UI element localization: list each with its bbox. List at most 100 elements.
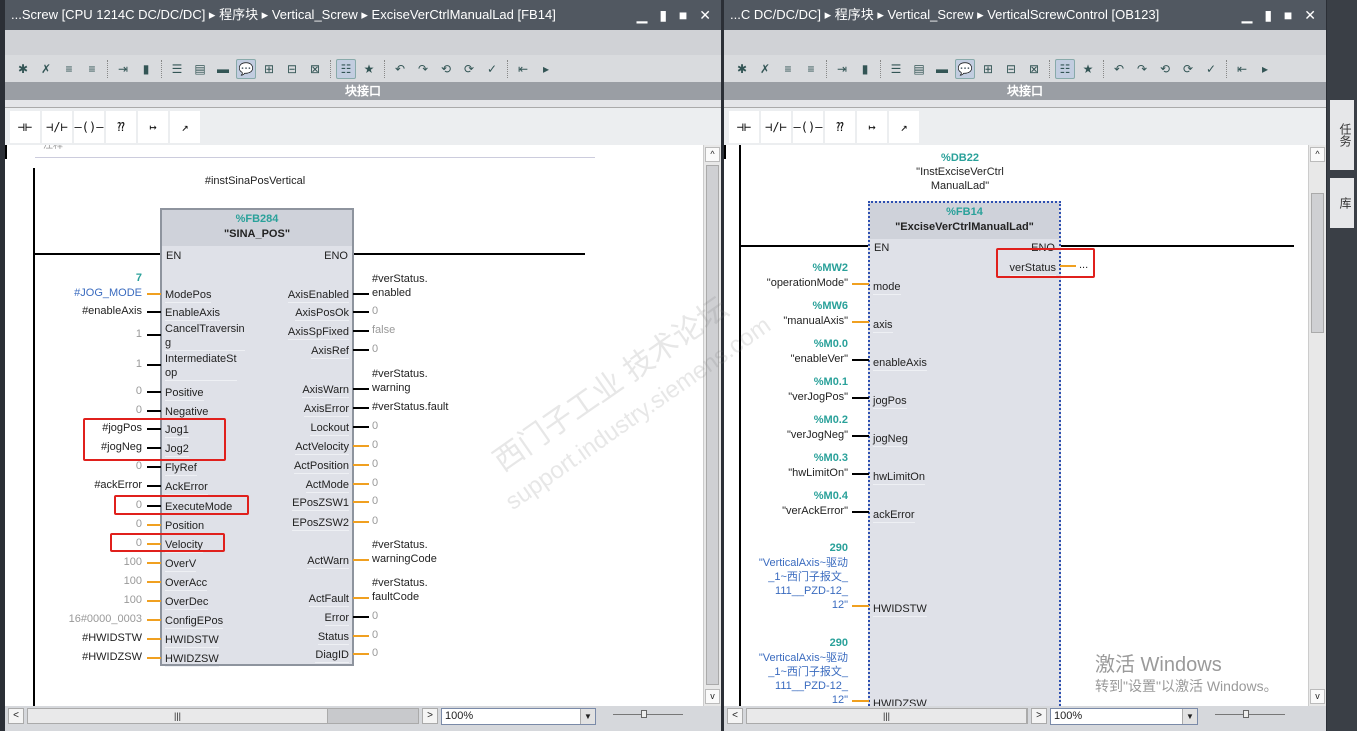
input-value[interactable]: 100 <box>20 555 142 569</box>
input-value[interactable]: 1 <box>20 357 142 371</box>
toolbar-icon-0[interactable]: ✱ <box>13 59 33 79</box>
input-value[interactable]: #JOG_MODE <box>20 286 142 300</box>
toolbar-icon-2[interactable]: ≡ <box>778 59 798 79</box>
input-pin-Positive[interactable]: Positive <box>165 386 204 401</box>
output-pin-AxisRef[interactable]: AxisRef <box>311 344 349 359</box>
toolbar-icon-16[interactable]: ☷ <box>336 58 356 79</box>
toolbar-icon-5[interactable]: ⇥ <box>113 59 133 79</box>
left-vertical-scrollbar[interactable]: ^ v <box>703 145 721 706</box>
input-tag[interactable]: "verJogPos" <box>724 390 848 404</box>
input-pin-Position[interactable]: Position <box>165 519 205 534</box>
input-tag[interactable]: "manualAxis" <box>724 314 848 328</box>
left-ladder-editor[interactable]: 注释 #instSinaPosVertical %FB284 "SINA_POS" E… <box>5 145 703 706</box>
input-pin-AckError[interactable]: AckError <box>165 480 208 495</box>
toolbar-icon-17[interactable]: ★ <box>1078 59 1098 79</box>
zoom-select[interactable]: 100% ▼ <box>1050 707 1198 725</box>
output-value[interactable]: #verStatus. faultCode <box>372 576 428 604</box>
side-tab-libraries[interactable]: 库 <box>1330 178 1354 228</box>
input-value[interactable]: #HWIDZSW <box>20 650 142 664</box>
output-value[interactable]: #verStatus. warning <box>372 367 428 395</box>
input-value[interactable]: 0 <box>20 403 142 417</box>
scroll-up-icon[interactable]: ^ <box>1310 147 1325 162</box>
output-value[interactable]: #verStatus.fault <box>372 400 448 414</box>
normally-open-contact-icon[interactable]: ⊣⊢ <box>729 110 759 143</box>
output-pin-Error[interactable]: Error <box>324 611 349 626</box>
toolbar-icon-3[interactable]: ≡ <box>801 59 821 79</box>
toolbar-icon-20[interactable]: ↷ <box>1132 59 1152 79</box>
input-tag[interactable]: "enableVer" <box>724 352 848 366</box>
toolbar-icon-19[interactable]: ↶ <box>390 59 410 79</box>
input-tag[interactable]: "VerticalAxis~驱动 _1~西门子报文_ 111__PZD-12_ … <box>724 651 848 706</box>
toolbar-icon-16[interactable]: ☷ <box>1055 58 1075 79</box>
output-value[interactable]: 0 <box>372 457 378 471</box>
toolbar-icon-22[interactable]: ⟳ <box>1178 59 1198 79</box>
output-value[interactable]: 0 <box>372 494 378 508</box>
input-value[interactable]: #ackError <box>20 478 142 492</box>
input-tag[interactable]: "hwLimitOn" <box>724 466 848 480</box>
toolbar-icon-6[interactable]: ▮ <box>136 59 156 79</box>
input-pin-mode[interactable]: mode <box>873 280 901 295</box>
scroll-thumb[interactable] <box>1311 193 1324 333</box>
horizontal-scrollbar[interactable]: ||| <box>746 708 1028 724</box>
input-pin-HWIDZSW[interactable]: HWIDZSW <box>165 652 219 667</box>
toolbar-icon-12[interactable]: ⊞ <box>978 59 998 79</box>
input-pin-HWIDSTW[interactable]: HWIDSTW <box>873 602 927 617</box>
toolbar-icon-14[interactable]: ⊠ <box>1024 59 1044 79</box>
toolbar-icon-3[interactable]: ≡ <box>82 59 102 79</box>
toolbar-icon-22[interactable]: ⟳ <box>459 59 479 79</box>
output-value[interactable]: 0 <box>372 609 378 623</box>
input-value[interactable]: 16#0000_0003 <box>20 612 142 626</box>
scroll-left-icon[interactable]: < <box>727 708 743 724</box>
toolbar-icon-1[interactable]: ✗ <box>755 59 775 79</box>
output-value[interactable]: #verStatus. warningCode <box>372 538 437 566</box>
input-pin-jogNeg[interactable]: jogNeg <box>873 432 908 447</box>
toolbar-icon-6[interactable]: ▮ <box>855 59 875 79</box>
toolbar-icon-1[interactable]: ✗ <box>36 59 56 79</box>
block-interface-bar[interactable]: 块接口 <box>724 82 1326 100</box>
output-value[interactable]: 0 <box>372 628 378 642</box>
input-value[interactable]: #HWIDSTW <box>20 631 142 645</box>
input-tag[interactable]: "verAckError" <box>724 504 848 518</box>
toolbar-icon-2[interactable]: ≡ <box>59 59 79 79</box>
input-pin-enableAxis[interactable]: enableAxis <box>873 356 927 371</box>
input-pin-IntermediateStop[interactable]: IntermediateSt op <box>165 352 237 381</box>
toolbar-icon-11[interactable]: 💬 <box>236 58 256 79</box>
scroll-left-icon[interactable]: < <box>8 708 24 724</box>
output-value[interactable]: 0 <box>372 476 378 490</box>
input-pin-FlyRef[interactable]: FlyRef <box>165 461 197 476</box>
toolbar-icon-9[interactable]: ▤ <box>190 59 210 79</box>
input-value[interactable]: #enableAxis <box>20 304 142 318</box>
horizontal-scrollbar[interactable]: ||| <box>27 708 419 724</box>
toolbar-icon-26[interactable]: ▸ <box>536 59 556 79</box>
output-pin-AxisPosOk[interactable]: AxisPosOk <box>295 306 349 321</box>
toolbar-icon-20[interactable]: ↷ <box>413 59 433 79</box>
normally-closed-contact-icon[interactable]: ⊣/⊢ <box>42 110 72 143</box>
output-value[interactable]: 0 <box>372 438 378 452</box>
zoom-slider[interactable] <box>613 710 683 722</box>
input-pin-OverDec[interactable]: OverDec <box>165 595 209 610</box>
empty-box-icon[interactable]: ⁇ <box>106 110 136 143</box>
output-pin-Status[interactable]: Status <box>317 630 349 645</box>
output-value[interactable]: false <box>372 323 395 337</box>
toolbar-icon-23[interactable]: ✓ <box>482 59 502 79</box>
input-pin-OverV[interactable]: OverV <box>165 557 197 572</box>
output-pin-ActMode[interactable]: ActMode <box>305 478 349 493</box>
open-branch-icon[interactable]: ↦ <box>857 110 887 143</box>
input-tag[interactable]: "verJogNeg" <box>724 428 848 442</box>
output-pin-EPosZSW2[interactable]: EPosZSW2 <box>292 516 349 531</box>
output-value[interactable]: 0 <box>372 304 378 318</box>
input-value[interactable]: 0 <box>20 517 142 531</box>
toolbar-icon-10[interactable]: ▬ <box>932 59 952 79</box>
window-controls[interactable]: ▁ ▮ ■ ✕ <box>637 0 715 30</box>
right-vertical-scrollbar[interactable]: ^ v <box>1308 145 1326 706</box>
output-pin-DiagID[interactable]: DiagID <box>315 648 349 663</box>
toolbar-icon-11[interactable]: 💬 <box>955 58 975 79</box>
input-pin-HWIDSTW[interactable]: HWIDSTW <box>165 633 219 648</box>
output-value[interactable]: 0 <box>372 342 378 356</box>
toolbar-icon-25[interactable]: ⇤ <box>1232 59 1252 79</box>
close-branch-icon[interactable]: ↗ <box>170 110 200 143</box>
scroll-thumb[interactable] <box>706 165 719 685</box>
output-pin-AxisError[interactable]: AxisError <box>303 402 349 417</box>
normally-open-contact-icon[interactable]: ⊣⊢ <box>10 110 40 143</box>
input-pin-ConfigEPos[interactable]: ConfigEPos <box>165 614 224 629</box>
